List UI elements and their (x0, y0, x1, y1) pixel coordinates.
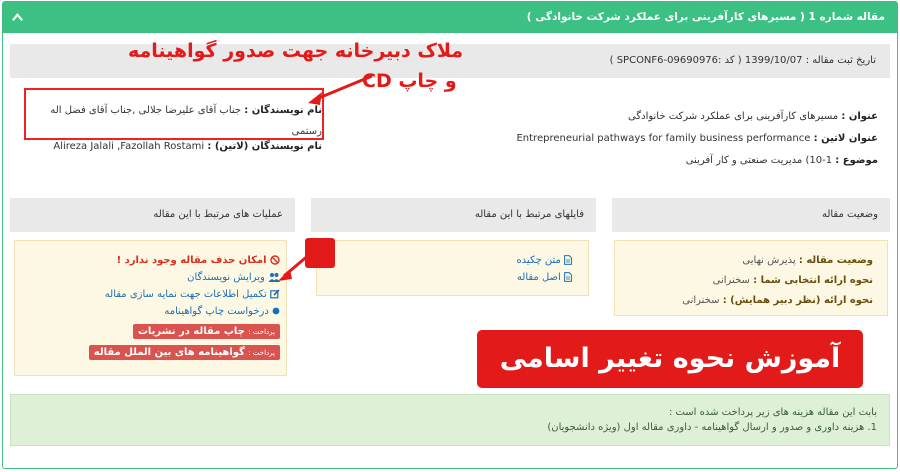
presentation-row: نحوه ارائه انتخابی شما : سخنرانی (713, 275, 873, 286)
status-value: پذیرش نهایی (742, 255, 796, 266)
operations-panel-header: عملیات های مرتبط با این مقاله (10, 198, 295, 232)
presentation-label: نحوه ارائه انتخابی شما : (753, 275, 873, 286)
panel-title: مقاله شماره 1 ( مسیرهای کارآفرینی برای ع… (526, 11, 885, 23)
delete-warning-text: امکان حذف مقاله وجود ندارد ! (116, 255, 267, 266)
payment-panel: بابت این مقاله هزینه های زیر پرداخت شده … (10, 394, 890, 446)
status-panel: وضعیت مقاله : پذیرش نهایی نحوه ارائه انت… (614, 240, 888, 316)
files-panel-title: فایلهای مرتبط با این مقاله (474, 209, 584, 220)
request-print-link[interactable]: درخواست چاپ گواهینامه (164, 306, 280, 317)
article-latin-title-value: Entrepreneurial pathways for family busi… (516, 133, 811, 144)
paid-print-label: چاپ مقاله در نشریات (137, 326, 245, 337)
authors-latin-label: نام نویسندگان (لاتین) : (207, 141, 322, 152)
operations-panel-title: عملیات های مرتبط با این مقاله (153, 209, 283, 220)
article-latin-title-row: عنوان لاتین : Entrepreneurial pathways f… (516, 128, 878, 150)
article-subject-row: موضوع : 1-10) مدیریت صنعتی و کار آفرینی (578, 150, 878, 172)
request-print-label: درخواست چاپ گواهینامه (164, 306, 269, 317)
article-title-value: مسیرهای کارآفرینی برای عملکرد شرکت خانوا… (628, 111, 839, 122)
edit-authors-label: ویرایش نویسندگان (187, 272, 265, 283)
paid-intl-prefix: پرداخت : (248, 349, 275, 357)
annotation-arrow-icon (278, 252, 311, 281)
annotation-criteria-line1: ملاک دبیرخانه جهت صدور گواهینامه (128, 40, 464, 62)
operations-panel: امکان حذف مقاله وجود ندارد ! ویرایش نویس… (14, 240, 287, 376)
abstract-file-label: متن چکیده (516, 255, 561, 266)
complete-index-link[interactable]: تکمیل اطلاعات جهت نمایه سازی مقاله (105, 289, 280, 300)
article-subject-value: 1-10) مدیریت صنعتی و کار آفرینی (685, 155, 833, 166)
presentation-reviewer-value: سخنرانی (682, 295, 720, 306)
status-panel-header: وضعیت مقاله (612, 198, 890, 232)
files-panel: متن چکیده اصل مقاله (316, 240, 589, 296)
article-title-row: عنوان : مسیرهای کارآفرینی برای عملکرد شر… (578, 106, 878, 128)
article-subject-label: موضوع : (835, 155, 878, 166)
files-panel-header: فایلهای مرتبط با این مقاله (311, 198, 596, 232)
status-row: وضعیت مقاله : پذیرش نهایی (742, 255, 873, 266)
paid-print-badge[interactable]: پرداخت : چاپ مقاله در نشریات (132, 324, 280, 339)
payment-intro: بابت این مقاله هزینه های زیر پرداخت شده … (668, 407, 877, 418)
status-panel-title: وضعیت مقاله (821, 209, 878, 220)
edit-icon (270, 289, 280, 299)
annotation-arrow-icon (308, 74, 373, 105)
article-title-label: عنوان : (841, 111, 878, 122)
status-label: وضعیت مقاله : (798, 255, 873, 266)
authors-highlight-box (24, 88, 324, 140)
presentation-reviewer-label: نحوه ارائه (نظر دبیر همایش) : (722, 295, 873, 306)
circle-icon (272, 307, 280, 315)
paid-print-prefix: پرداخت : (248, 328, 275, 336)
authors-latin-value: Alireza Jalali ,Fazollah Rostami (53, 141, 205, 152)
paid-intl-label: گواهینامه های بین الملل مقاله (93, 347, 245, 358)
abstract-file-link[interactable]: متن چکیده (516, 255, 572, 266)
article-latin-title-label: عنوان لاتین : (813, 133, 878, 144)
original-file-link[interactable]: اصل مقاله (517, 272, 572, 283)
chevron-up-icon[interactable] (11, 11, 24, 24)
file-text-icon (564, 255, 572, 265)
tutorial-banner: آموزش نحوه تغییر اسامی (477, 330, 863, 388)
edit-authors-link[interactable]: ویرایش نویسندگان (187, 272, 280, 283)
registration-info: تاریخ ثبت مقاله : 1399/10/07 ( کد :SPCON… (609, 55, 876, 66)
file-text-icon (564, 272, 572, 282)
authors-latin-block: نام نویسندگان (لاتین) : Alireza Jalali ,… (22, 141, 322, 152)
original-file-label: اصل مقاله (516, 272, 561, 283)
delete-warning: امکان حذف مقاله وجود ندارد ! (117, 255, 280, 266)
article-info: عنوان : مسیرهای کارآفرینی برای عملکرد شر… (516, 106, 878, 172)
paid-intl-badge[interactable]: پرداخت : گواهینامه های بین الملل مقاله (88, 345, 280, 360)
payment-item: 1. هزینه داوری و صدور و ارسال گواهینامه … (547, 422, 877, 433)
presentation-reviewer-row: نحوه ارائه (نظر دبیر همایش) : سخنرانی (682, 295, 873, 306)
presentation-value: سخنرانی (712, 275, 750, 286)
panel-header[interactable]: مقاله شماره 1 ( مسیرهای کارآفرینی برای ع… (3, 2, 897, 33)
complete-index-label: تکمیل اطلاعات جهت نمایه سازی مقاله (104, 289, 267, 300)
